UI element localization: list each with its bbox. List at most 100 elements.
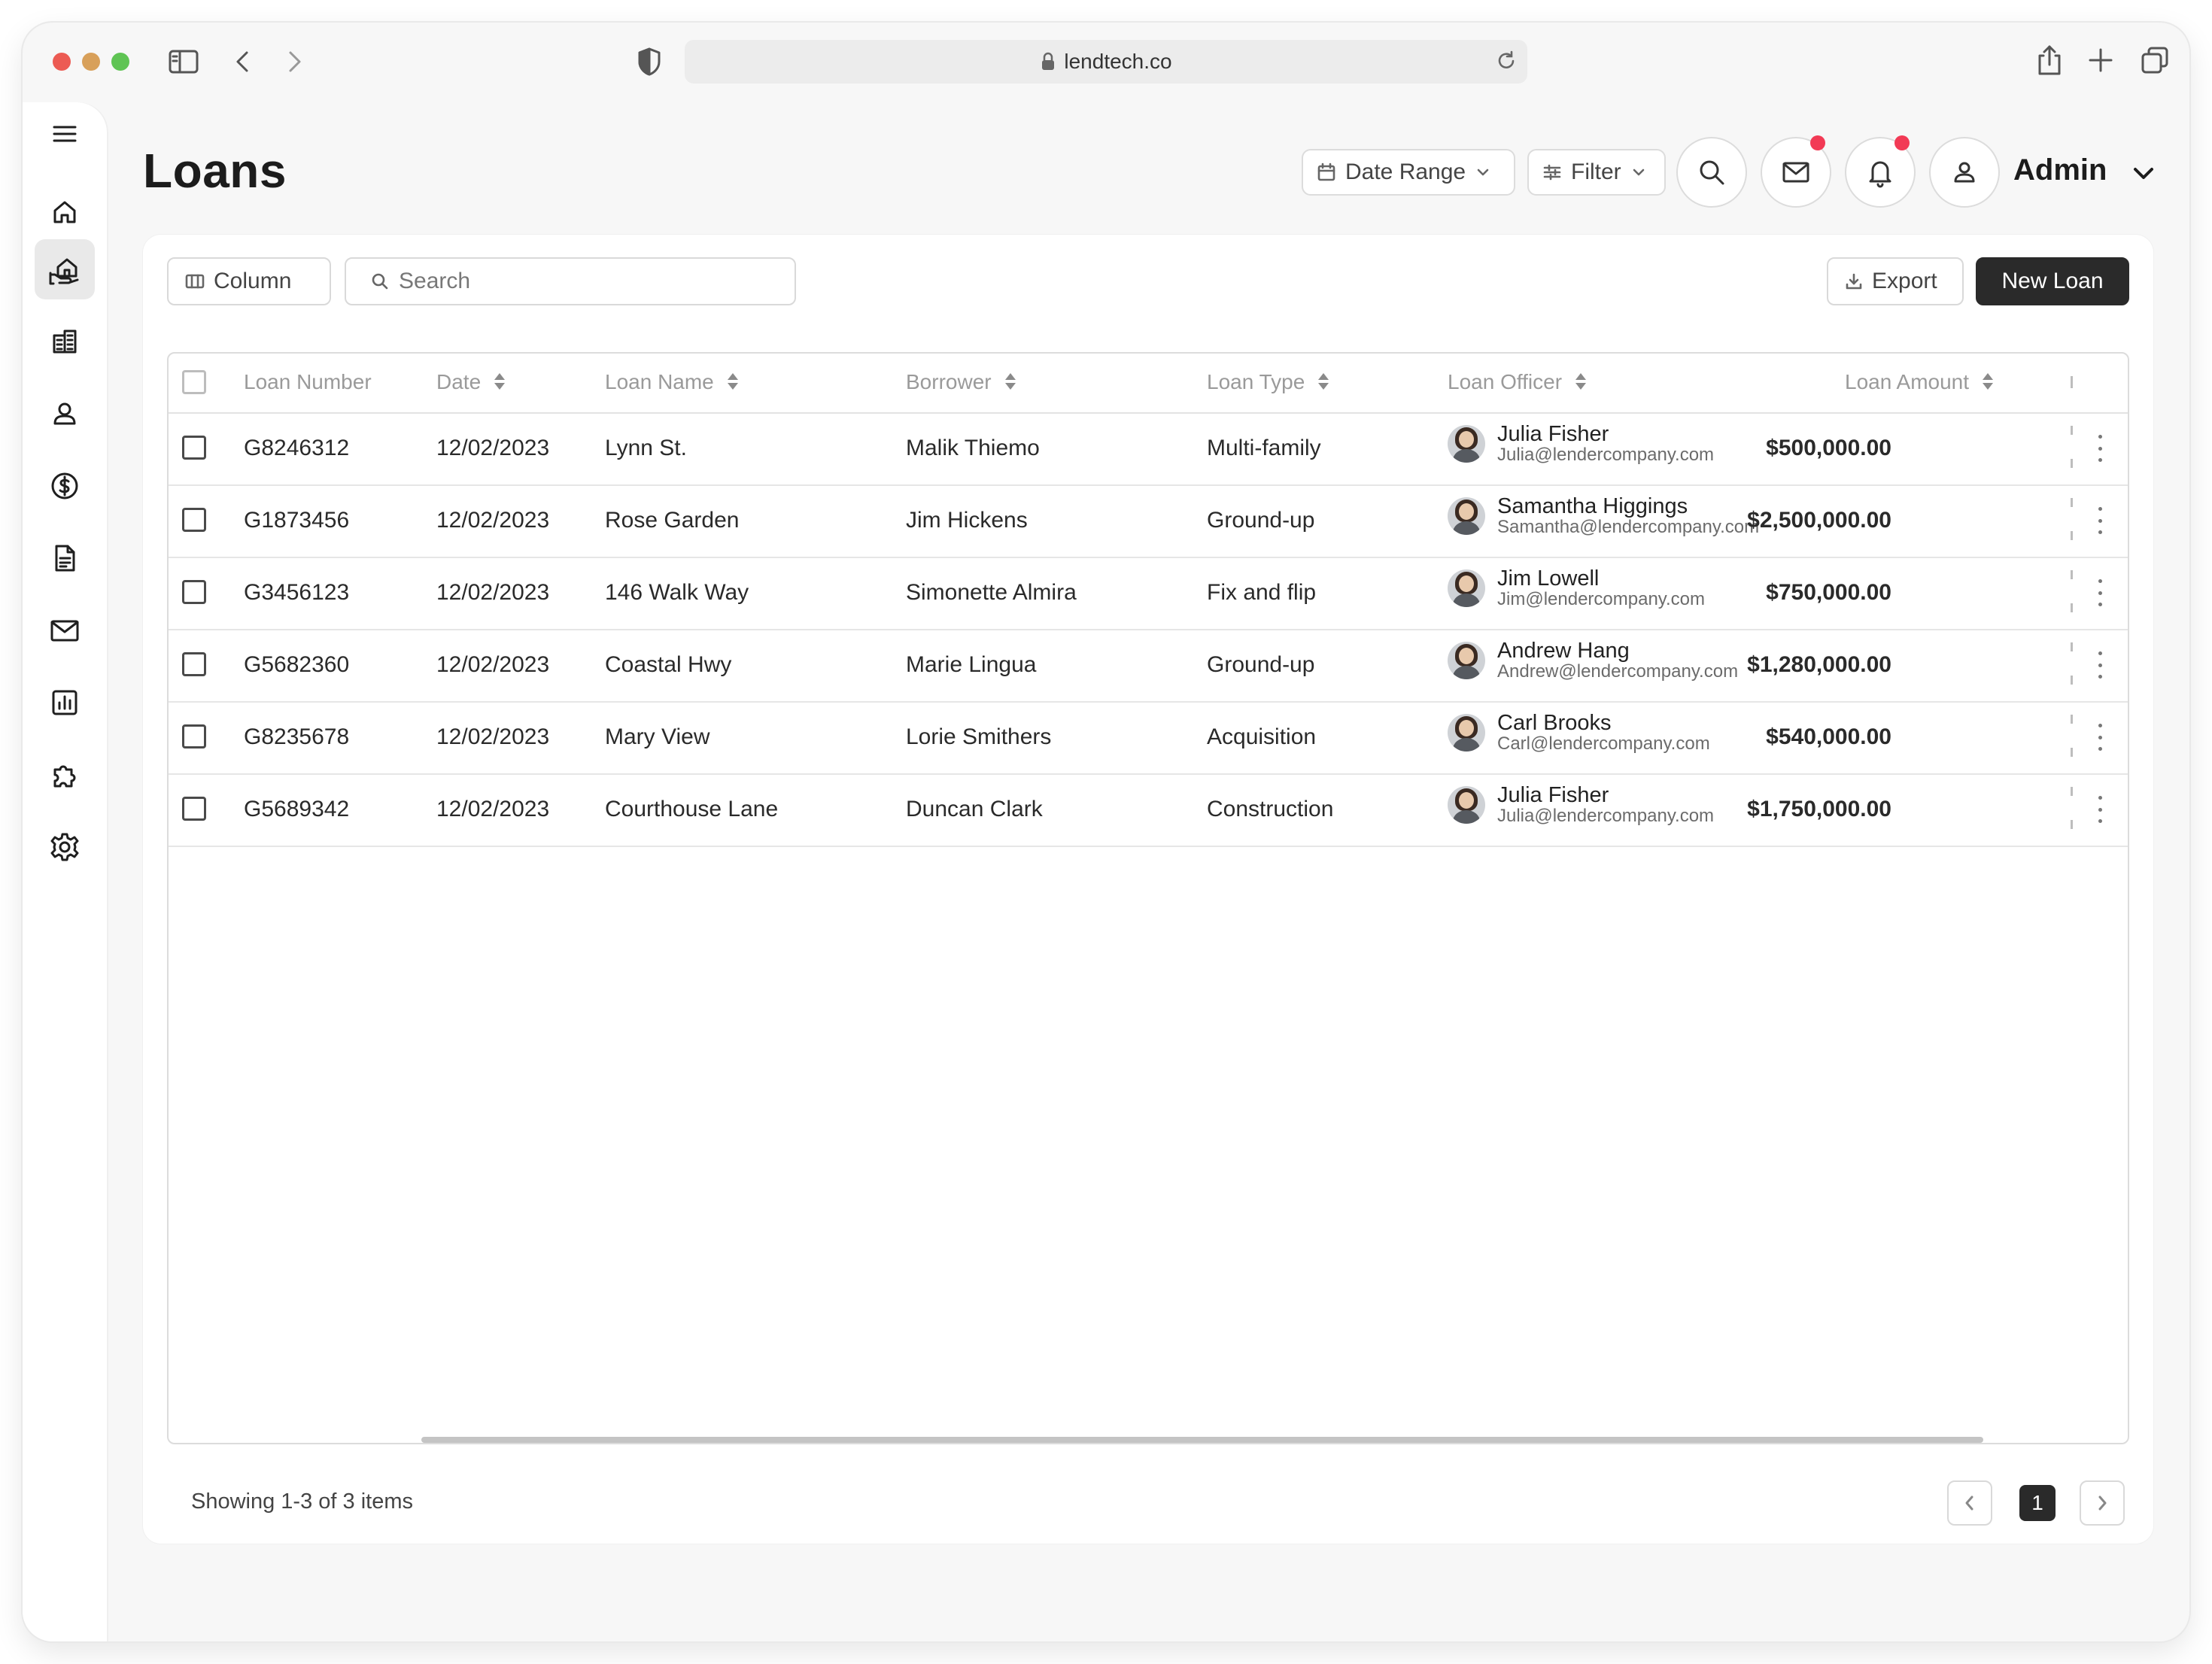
sidebar-item-mail[interactable] [35,600,95,660]
officer-email: Carl@lendercompany.com [1497,733,1710,754]
person-icon [53,402,76,425]
sidebar-item-payments[interactable] [35,456,95,516]
pagination-summary: Showing 1-3 of 3 items [191,1489,413,1514]
privacy-shield-icon[interactable] [637,47,662,77]
column-header-loan-number[interactable]: Loan Number [244,370,372,394]
borrower-cell: Lorie Smithers [906,724,1052,749]
user-menu-label[interactable]: Admin [2013,153,2107,187]
officer-email: Julia@lendercompany.com [1497,806,1715,826]
row-actions-icon[interactable] [2090,579,2110,606]
table-row[interactable]: G3456123 12/02/2023 146 Walk Way Simonette … [169,557,2128,630]
chevron-down-icon [1633,169,1644,176]
partial-column-edge [2071,715,2073,724]
partial-column-edge [2071,676,2073,685]
row-checkbox[interactable] [182,580,206,604]
select-all-checkbox[interactable] [182,370,206,394]
loan-type-cell: Multi-family [1207,436,1321,460]
loan-name-cell: Mary View [605,724,710,749]
address-bar[interactable]: lendtech.co [685,40,1527,84]
notifications-button[interactable] [1845,135,1916,208]
loan-type-cell: Construction [1207,797,1334,821]
column-header-loan-name[interactable]: Loan Name [605,370,738,394]
avatar [1448,786,1485,824]
tab-overview-icon[interactable] [2140,45,2170,75]
loan-officer-cell: Carl Brooks Carl@lendercompany.com [1448,712,1710,754]
sidebar-item-loans[interactable] [35,239,95,299]
bar-chart-icon [52,690,77,715]
sidebar-item-settings[interactable] [35,817,95,877]
loan-name-cell: Coastal Hwy [605,652,732,677]
table-row[interactable]: G1873456 12/02/2023 Rose Garden Jim Hickens… [169,484,2128,558]
next-page-button[interactable] [2080,1480,2125,1526]
browser-toolbar: lendtech.co [23,23,2189,102]
chevron-down-icon[interactable] [2131,161,2156,190]
officer-name: Julia Fisher [1497,422,1609,446]
profile-button[interactable] [1929,137,2000,208]
minimize-window-button[interactable] [82,53,100,71]
sidebar-item-home[interactable] [35,182,95,242]
officer-name: Julia Fisher [1497,783,1609,807]
date-range-dropdown[interactable]: Date Range [1302,149,1515,196]
sidebar-item-menu[interactable] [35,104,95,164]
new-tab-icon[interactable] [2087,47,2114,74]
row-checkbox[interactable] [182,652,206,676]
loan-number-cell: G1873456 [244,508,350,533]
sidebar-item-users[interactable] [35,384,95,444]
filter-dropdown[interactable]: Filter [1527,149,1666,196]
column-header-loan-type[interactable]: Loan Type [1207,370,1329,394]
columns-icon [185,274,205,289]
sidebar-item-documents[interactable] [35,528,95,588]
table-row[interactable]: G5689342 12/02/2023 Courthouse Lane Duncan … [169,773,2128,847]
loan-name-cell: Rose Garden [605,508,740,533]
new-loan-button-label: New Loan [2001,269,2104,293]
row-checkbox[interactable] [182,797,206,821]
close-window-button[interactable] [53,53,71,71]
row-actions-icon[interactable] [2090,796,2110,823]
loan-amount-cell: $1,280,000.00 [1747,652,1891,677]
export-button[interactable]: Export [1827,257,1964,305]
row-actions-icon[interactable] [2090,724,2110,751]
sidebar-toggle-icon[interactable] [169,48,199,75]
search-button[interactable] [1676,137,1747,208]
reload-icon[interactable] [1494,49,1518,78]
horizontal-scrollbar[interactable] [421,1437,1983,1443]
loan-number-cell: G8235678 [244,724,350,749]
previous-page-button[interactable] [1947,1480,1992,1526]
loan-type-cell: Fix and flip [1207,580,1317,605]
column-button[interactable]: Column [167,257,331,305]
sidebar-item-integrations[interactable] [35,745,95,805]
row-checkbox[interactable] [182,436,206,460]
partial-column-edge [2071,531,2073,540]
messages-button[interactable] [1761,135,1831,208]
bell-icon [1869,161,1891,188]
column-header-loan-officer[interactable]: Loan Officer [1448,370,1587,394]
table-row[interactable]: G5682360 12/02/2023 Coastal Hwy Marie Lingu… [169,629,2128,703]
row-checkbox[interactable] [182,724,206,748]
forward-icon[interactable] [286,48,304,75]
sidebar-item-properties[interactable] [35,311,95,372]
loan-name-cell: 146 Walk Way [605,580,749,605]
row-checkbox[interactable] [182,508,206,532]
maximize-window-button[interactable] [111,53,129,71]
row-actions-icon[interactable] [2090,507,2110,534]
loan-name-cell: Courthouse Lane [605,797,779,821]
avatar [1448,425,1485,463]
table-row[interactable]: G8235678 12/02/2023 Mary View Lorie Smither… [169,701,2128,775]
row-actions-icon[interactable] [2090,651,2110,679]
page-number-current[interactable]: 1 [2019,1485,2056,1521]
column-header-borrower[interactable]: Borrower [906,370,1016,394]
column-header-loan-amount[interactable]: Loan Amount [1845,370,1994,394]
column-header-date[interactable]: Date [436,370,506,394]
share-icon[interactable] [2036,44,2063,77]
notification-dot [1894,135,1910,150]
row-actions-icon[interactable] [2090,435,2110,462]
sidebar-item-reports[interactable] [35,673,95,733]
back-icon[interactable] [233,48,251,75]
loan-name-cell: Lynn St. [605,436,687,460]
partial-column-edge [2071,498,2073,507]
new-loan-button[interactable]: New Loan [1976,257,2129,305]
table-row[interactable]: G8246312 12/02/2023 Lynn St. Malik Thiemo Mu… [169,412,2128,486]
loans-card: Column Search Export New Loan Loan Numbe… [143,235,2153,1544]
loan-amount-cell: $540,000.00 [1766,724,1891,749]
search-input[interactable]: Search [345,257,796,305]
